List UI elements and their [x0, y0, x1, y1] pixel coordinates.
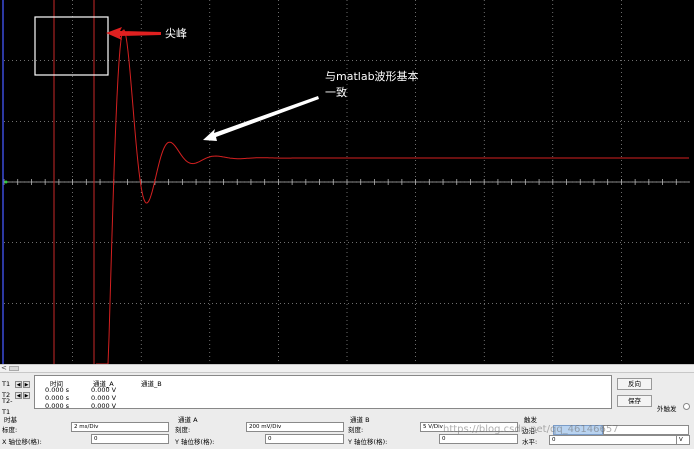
cursor-label-t1: T1 [2, 380, 11, 388]
left-arrow-icon[interactable]: ◀ [15, 381, 22, 388]
t2-t1-channel-a: 0.000 V [91, 402, 117, 410]
trigger-level-unit: V [676, 435, 690, 445]
channel-a-offset-field[interactable]: 0 [265, 434, 344, 444]
horizontal-scrollbar[interactable]: < [0, 364, 694, 373]
cursor-readout-table: 时间 通道_A 通道_B 0.000 s 0.000 V 0.000 s 0.0… [34, 375, 612, 410]
t1-channel-a: 0.000 V [91, 386, 117, 394]
channel-a-title: 通道 A [178, 416, 198, 424]
timebase-scale-field[interactable]: 2 ms/Div [71, 422, 169, 432]
t2-t1-time: 0.000 s [45, 402, 70, 410]
watermark-text: https://blog.csdn.net/qq_46146657 [443, 424, 619, 435]
trigger-level-label: 水平: [522, 438, 538, 446]
channel-b-scale-label: 刻度: [348, 426, 364, 434]
channel-b-offset-field[interactable]: 0 [439, 434, 518, 444]
scroll-left-arrow[interactable]: < [1, 364, 7, 372]
scroll-thumb[interactable] [9, 366, 19, 371]
channel-a-scale-field[interactable]: 200 mV/Div [246, 422, 344, 432]
timebase-title: 时基 [4, 416, 17, 424]
match-annotation-line1: 与matlab波形基本 [325, 69, 419, 83]
right-arrow-icon[interactable]: ▶ [23, 392, 30, 399]
peak-annotation: 尖峰 [165, 27, 187, 40]
save-button[interactable]: 保存 [617, 395, 652, 407]
right-arrow-icon[interactable]: ▶ [23, 381, 30, 388]
timebase-scale-label: 标度: [2, 426, 18, 434]
left-arrow-icon[interactable]: ◀ [15, 392, 22, 399]
trigger-title: 触发 [524, 416, 537, 424]
header-channel-b: 通道_B [141, 380, 162, 388]
trigger-level-field[interactable]: 0 [549, 435, 687, 445]
cursor-row-t1: T1 ◀ ▶ [2, 379, 32, 390]
channel-a-offset-label: Y 轴位移(格): [175, 438, 215, 446]
channel-a-ground-marker [4, 180, 8, 184]
cursor-row-t2-t1: T2-T1 [2, 397, 32, 416]
timebase-offset-field[interactable]: 0 [91, 434, 169, 444]
reverse-button[interactable]: 反向 [617, 378, 652, 390]
oscilloscope-screen: 尖峰 与matlab波形基本 一致 [0, 0, 694, 364]
channel-a-scale-label: 刻度: [175, 426, 191, 434]
external-trigger-radio[interactable] [683, 403, 690, 410]
timebase-offset-label: X 轴位移(格): [2, 438, 42, 446]
control-panel: T1 ◀ ▶ T2 ◀ ▶ T2-T1 时间 通道_A 通道_B 0.000 s… [0, 373, 694, 449]
t2-time: 0.000 s [45, 394, 70, 402]
cursor-controls: T1 ◀ ▶ T2 ◀ ▶ T2-T1 [2, 379, 32, 416]
external-trigger-label: 外触发 [657, 405, 677, 413]
channel-b-offset-label: Y 轴位移(格): [348, 438, 388, 446]
match-annotation-line2: 一致 [325, 85, 347, 99]
t2-channel-a: 0.000 V [91, 394, 117, 402]
t1-time: 0.000 s [45, 386, 70, 394]
channel-b-title: 通道 B [350, 416, 370, 424]
